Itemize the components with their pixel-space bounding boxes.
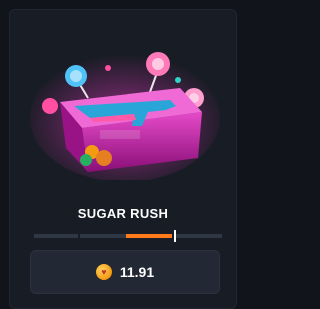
case-title: SUGAR RUSH [77, 206, 169, 221]
rarity-segment [174, 234, 222, 238]
candy-icon [42, 98, 58, 114]
rarity-segment [34, 234, 78, 238]
rarity-indicator [34, 230, 222, 242]
rarity-segment [80, 234, 126, 238]
heart-coin-icon: ♥ [95, 264, 112, 280]
open-case-button[interactable]: ♥ 11.91 [30, 250, 220, 294]
case-image [30, 52, 220, 180]
case-price: 11.91 [119, 264, 155, 280]
case-card[interactable]: SUGAR RUSH ♥ 11.91 [9, 9, 237, 309]
rarity-marker [174, 230, 176, 242]
rarity-segment-active [126, 234, 172, 238]
